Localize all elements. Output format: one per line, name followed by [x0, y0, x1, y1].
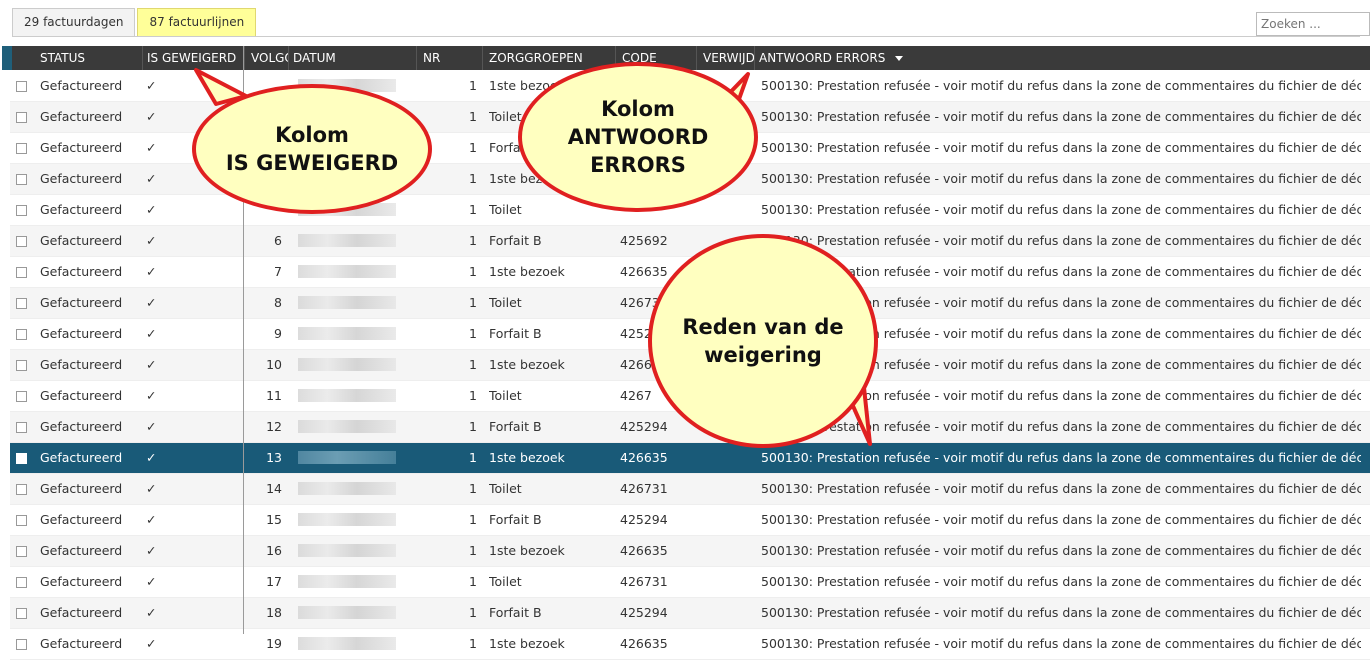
callout-errors-line3: ERRORS: [590, 153, 686, 177]
callout-geweigerd-line1: Kolom: [275, 123, 349, 147]
callout-reden-line2: weigering: [704, 343, 822, 367]
callout-is-geweigerd: Kolom IS GEWEIGERD: [192, 84, 432, 214]
callout-antwoord-errors: Kolom ANTWOORD ERRORS: [518, 62, 758, 212]
cell-datum-redacted: [298, 637, 396, 650]
callout-errors-line2: ANTWOORD: [567, 125, 709, 149]
callout-reden-line1: Reden van de: [682, 315, 844, 339]
callout-errors-line1: Kolom: [601, 97, 675, 121]
callout-geweigerd-line2: IS GEWEIGERD: [225, 151, 399, 175]
row-checkbox[interactable]: [16, 639, 27, 650]
callout-reden-weigering: Reden van de weigering: [648, 234, 878, 448]
